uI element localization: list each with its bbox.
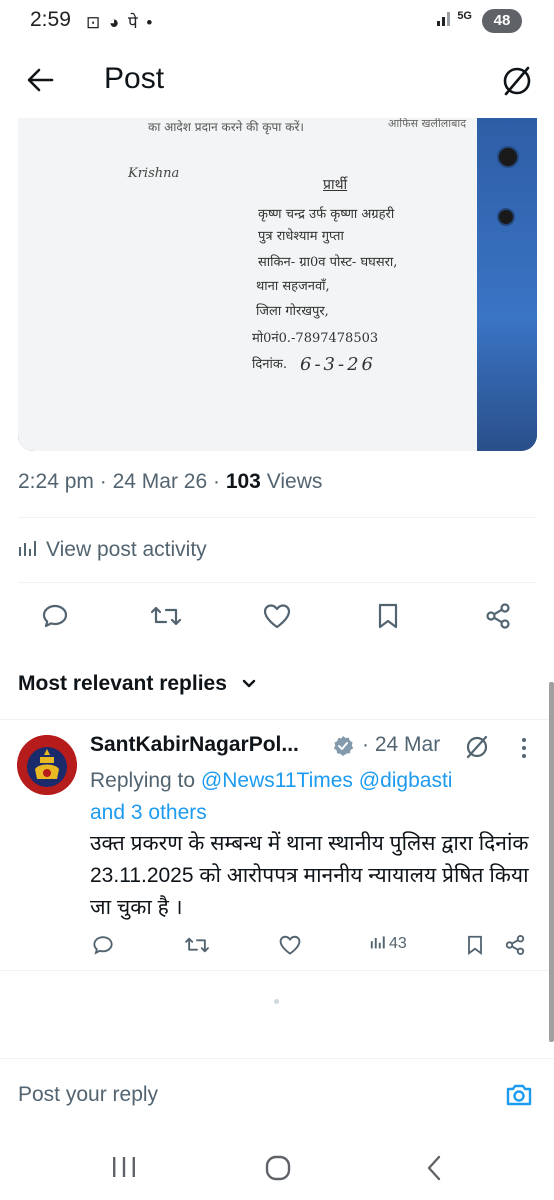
reply-views-count: 43	[389, 935, 407, 952]
phone-camera	[497, 146, 519, 168]
bookmark-icon[interactable]	[376, 602, 400, 630]
reply-author-label: SantKabirNagarPol...	[90, 733, 299, 756]
status-notification-icons: ⊡ ◕ पे •	[86, 13, 155, 32]
background-phone	[477, 118, 537, 451]
reply-icon[interactable]	[41, 602, 69, 630]
others-link[interactable]: and 3 others	[90, 801, 207, 824]
doc-line: साकिन- ग्रा0व पोस्ट- घघसरा,	[258, 255, 398, 270]
police-emblem-icon	[17, 735, 77, 795]
doc-date-label: दिनांक.	[252, 357, 287, 372]
verified-badge-icon	[333, 736, 354, 756]
grok-icon[interactable]	[464, 734, 490, 760]
reply-action-bar: 43	[90, 930, 530, 962]
recent-apps-icon[interactable]	[110, 1154, 138, 1180]
replying-to: Replying to @News11Times @digbasti and 3…	[90, 765, 530, 829]
doc-signature: Krishna	[128, 166, 180, 181]
divider	[18, 517, 536, 518]
divider	[18, 582, 536, 583]
back-arrow-icon[interactable]	[26, 66, 54, 94]
doc-line: जिला गोरखपुर,	[256, 304, 329, 319]
post-time: 2:24 pm	[18, 470, 94, 493]
mention-link[interactable]: @digbasti	[359, 769, 453, 792]
views-label: Views	[266, 470, 323, 493]
chevron-down-icon	[242, 679, 255, 688]
back-nav-icon[interactable]	[424, 1154, 444, 1182]
repost-icon[interactable]	[150, 602, 182, 630]
top-bar: Post	[0, 46, 554, 118]
doc-line: थाना सहजनवॉं,	[256, 279, 330, 294]
divider	[0, 970, 554, 971]
phone-camera	[497, 208, 515, 226]
view-post-activity-label: View post activity	[46, 538, 207, 561]
status-bar: 2:59 ⊡ ◕ पे • 5G 48	[0, 0, 554, 44]
avatar[interactable]	[17, 735, 77, 795]
document-paper: का आदेश प्रदान करने की कृपा करें। आफिस ख…	[18, 118, 498, 451]
divider	[0, 719, 554, 720]
analytics-icon	[19, 541, 36, 556]
analytics-icon	[370, 936, 385, 949]
doc-top-line-right: आफिस खलीलाबाद	[388, 118, 467, 130]
battery-indicator: 48	[482, 9, 522, 33]
reply-input[interactable]: Post your reply	[18, 1083, 158, 1107]
reply-icon[interactable]	[92, 934, 114, 956]
home-icon[interactable]	[264, 1154, 292, 1182]
signal-icon	[437, 12, 450, 26]
doc-line: कृष्ण चन्द्र उर्फ कृष्णा अग्रहरी	[258, 207, 395, 222]
share-icon[interactable]	[484, 602, 512, 630]
like-icon[interactable]	[278, 934, 302, 956]
replies-sort-dropdown[interactable]: Most relevant replies	[18, 672, 257, 696]
reply-views[interactable]: 43	[370, 934, 407, 953]
page-title: Post	[104, 62, 165, 95]
doc-heading: प्रार्थी	[323, 177, 348, 193]
meta-separator: ·	[212, 470, 220, 493]
camera-icon[interactable]	[504, 1080, 534, 1110]
reply-text: उक्त प्रकरण के सम्बन्ध में थाना स्थानीय …	[90, 832, 529, 919]
repost-icon[interactable]	[184, 934, 210, 956]
doc-top-line: का आदेश प्रदान करने की कृपा करें।	[148, 120, 304, 134]
view-post-activity-link[interactable]: View post activity	[18, 538, 207, 562]
scrollbar[interactable]	[549, 682, 554, 1042]
divider	[0, 1058, 554, 1059]
more-options-icon[interactable]	[520, 737, 528, 759]
doc-line: मो0नं0.-7897478503	[252, 331, 379, 346]
post-image[interactable]: का आदेश प्रदान करने की कृपा करें। आफिस ख…	[18, 118, 537, 451]
reply-author-name[interactable]: SantKabirNagarPol...	[90, 733, 299, 757]
views-count: 103	[225, 470, 261, 493]
system-nav-bar	[0, 1140, 554, 1200]
replying-to-prefix: Replying to	[90, 769, 196, 792]
post-action-bar	[0, 590, 554, 646]
like-icon[interactable]	[262, 602, 292, 630]
loading-indicator	[274, 999, 279, 1004]
network-type: 5G	[457, 10, 472, 22]
doc-line: पुत्र राधेश्याम गुप्ता	[258, 229, 344, 244]
grok-icon[interactable]	[500, 64, 534, 98]
meta-separator: ·	[99, 470, 107, 493]
mention-link[interactable]: @News11Times	[201, 769, 353, 792]
reply-date: · 24 Mar	[362, 733, 441, 756]
post-date: 24 Mar 26	[112, 470, 208, 493]
replies-sort-label: Most relevant replies	[18, 672, 227, 695]
doc-date-value: 6-3-26	[300, 354, 376, 375]
bookmark-icon[interactable]	[466, 934, 484, 956]
share-icon[interactable]	[504, 934, 526, 956]
status-time: 2:59	[30, 8, 71, 31]
post-meta: 2:24 pm · 24 Mar 26 · 103 Views	[18, 470, 322, 494]
